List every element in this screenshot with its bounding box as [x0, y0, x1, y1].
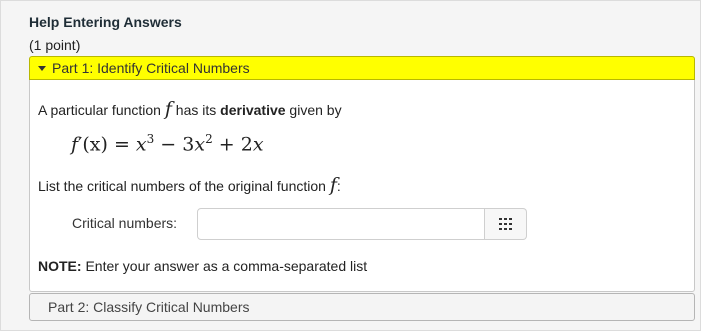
eq-op1: − 3: [154, 133, 195, 156]
derivative-bold: derivative: [220, 102, 286, 118]
note-label: NOTE:: [38, 258, 82, 274]
eq-exp2: 2: [205, 132, 213, 146]
note-line: NOTE: Enter your answer as a comma-separ…: [38, 258, 367, 274]
function-symbol-2: f: [329, 174, 337, 196]
caret-down-icon: [38, 65, 46, 71]
line2-text-prefix: List the critical numbers of the origina…: [38, 178, 330, 194]
part1-header[interactable]: Part 1: Identify Critical Numbers: [29, 56, 695, 80]
line1-text-middle: has its: [171, 102, 221, 118]
part2-title: Part 2: Classify Critical Numbers: [48, 299, 250, 315]
part1-title: Part 1: Identify Critical Numbers: [52, 60, 250, 76]
eq-term2: x: [194, 133, 206, 156]
function-symbol: f: [164, 98, 172, 120]
eq-lhs-rest: ′(x) =: [78, 133, 136, 156]
line1-text-suffix: given by: [285, 102, 342, 118]
note-text: Enter your answer as a comma-separated l…: [81, 258, 368, 274]
grid-keypad-icon: [498, 218, 512, 230]
equation-palette-button[interactable]: [485, 208, 527, 240]
points-label: (1 point): [29, 37, 81, 53]
question-line-1: A particular function f has its derivati…: [38, 98, 342, 120]
eq-lhs-f: f: [71, 133, 79, 156]
eq-term3: x: [252, 133, 264, 156]
line2-text-suffix: :: [336, 178, 341, 194]
eq-term1: x: [135, 133, 147, 156]
eq-op2: + 2: [212, 133, 253, 156]
part2-header[interactable]: Part 2: Classify Critical Numbers: [29, 293, 695, 321]
question-line-2: List the critical numbers of the origina…: [38, 174, 341, 196]
line1-text-prefix: A particular function: [38, 102, 165, 118]
part1-body: A particular function f has its derivati…: [29, 80, 695, 292]
critical-numbers-label: Critical numbers:: [72, 215, 178, 231]
derivative-equation: f′(x) = x3 − 3x2 + 2x: [71, 132, 264, 155]
help-entering-answers-link[interactable]: Help Entering Answers: [29, 14, 182, 30]
critical-numbers-input[interactable]: [197, 208, 485, 240]
